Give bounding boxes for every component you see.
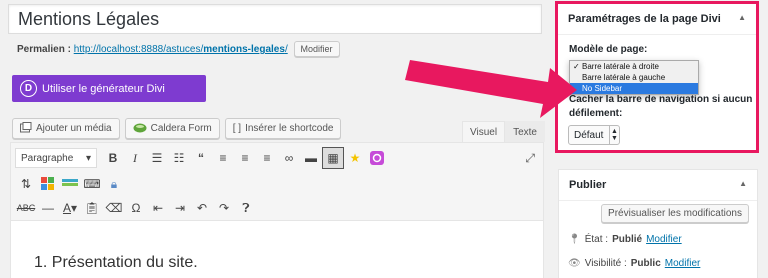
permalink-row: Permalien : http://localhost:8888/astuce…	[17, 41, 340, 57]
tab-visual[interactable]: Visuel	[462, 121, 506, 142]
tab-text[interactable]: Texte	[505, 121, 545, 142]
clear-format-icon[interactable]: ⌫	[103, 197, 125, 219]
editor-toolbar: Paragraphe▾ B I ☰ ☷ “ ≡ ≡ ≡ ∞ ▬ ▦ ★ ⤢ ⇅	[11, 143, 543, 221]
keyboard-icon[interactable]: ⌨	[81, 173, 103, 195]
pin-icon: 📍︎	[568, 234, 581, 245]
publish-box: Publier ▲ Prévisualiser les modification…	[558, 169, 758, 278]
publish-header[interactable]: Publier ▲	[559, 170, 757, 201]
collapse-icon[interactable]: ▲	[739, 179, 747, 191]
align-center-icon[interactable]: ≡	[234, 147, 256, 169]
format-select[interactable]: Paragraphe ▾	[15, 148, 97, 168]
template-option[interactable]: No Sidebar	[570, 83, 698, 94]
link-icon[interactable]: ∞	[278, 147, 300, 169]
divi-settings-header[interactable]: Paramétrages de la page Divi ▲	[558, 4, 756, 35]
italic-icon[interactable]: I	[124, 147, 146, 169]
template-label: Modèle de page:	[569, 44, 648, 55]
sort-icon[interactable]: ⇅	[15, 173, 37, 195]
editor-tabs: Visuel Texte	[462, 121, 545, 142]
template-option[interactable]: ✓ Barre latérale à droite	[570, 61, 698, 72]
editor-content[interactable]: 1. Présentation du site.	[11, 221, 543, 272]
lock-icon[interactable]: 🔒︎	[103, 173, 125, 195]
collapse-icon[interactable]: ▲	[738, 13, 746, 25]
visibility-row: 👁︎ Visibilité : Public Modifier	[568, 258, 701, 269]
caldera-icon	[133, 122, 147, 136]
special-char-icon[interactable]: Ω	[125, 197, 147, 219]
status-modify-link[interactable]: Modifier	[646, 234, 682, 245]
bold-icon[interactable]: B	[102, 147, 124, 169]
post-title-input[interactable]: Mentions Légales	[8, 4, 542, 34]
divi-settings-title: Paramétrages de la page Divi	[568, 13, 721, 25]
numbered-list-icon[interactable]: ☷	[168, 147, 190, 169]
preview-changes-button[interactable]: Prévisualiser les modifications	[601, 204, 749, 223]
table-plugin-icon[interactable]	[59, 173, 81, 195]
fullscreen-icon[interactable]: ⤢	[525, 151, 535, 166]
permalink-modify-button[interactable]: Modifier	[293, 41, 340, 57]
permalink-link[interactable]: http://localhost:8888/astuces/mentions-l…	[74, 44, 288, 55]
caldera-form-button[interactable]: Caldera Form	[124, 118, 220, 139]
redo-icon[interactable]: ↷	[213, 197, 235, 219]
visibility-modify-link[interactable]: Modifier	[665, 258, 701, 269]
template-dropdown-list[interactable]: ✓ Barre latérale à droite Barre latérale …	[569, 60, 699, 95]
media-buttons-row: Ajouter un média Caldera Form [ ] Insére…	[12, 118, 342, 139]
align-left-icon[interactable]: ≡	[212, 147, 234, 169]
bullet-list-icon[interactable]: ☰	[146, 147, 168, 169]
insert-shortcode-button[interactable]: [ ] Insérer le shortcode	[224, 118, 342, 139]
strikethrough-icon[interactable]: ABC	[15, 197, 37, 219]
help-icon[interactable]: ❓︎	[235, 197, 257, 219]
grid-plugin-icon[interactable]	[37, 173, 59, 195]
blockquote-icon[interactable]: “	[190, 147, 212, 169]
add-media-button[interactable]: Ajouter un média	[12, 118, 120, 139]
indent-icon[interactable]: ⇥	[169, 197, 191, 219]
hide-nav-label: Cacher la barre de navigation si aucun d…	[569, 94, 753, 119]
divi-settings-box: Paramétrages de la page Divi ▲ Modèle de…	[555, 1, 759, 153]
paste-text-icon[interactable]: 📋︎	[81, 197, 103, 219]
divi-logo-icon: D	[20, 80, 37, 97]
shortcode-icon: [ ]	[232, 123, 242, 134]
plugin-icon[interactable]	[366, 147, 388, 169]
eye-icon: 👁︎	[568, 258, 581, 269]
divi-builder-label: Utiliser le générateur Divi	[42, 82, 165, 95]
undo-icon[interactable]: ↶	[191, 197, 213, 219]
permalink-label: Permalien :	[17, 44, 71, 55]
star-icon[interactable]: ★	[344, 147, 366, 169]
select-arrow-icon: ▲ ▼	[609, 126, 619, 144]
horizontal-rule-icon[interactable]: —	[37, 197, 59, 219]
toolbar-toggle-icon[interactable]: ▦	[322, 147, 344, 169]
hide-nav-select[interactable]: Défaut ▲ ▼	[568, 125, 620, 145]
text-color-icon[interactable]: A ▾	[59, 197, 81, 219]
divi-builder-button[interactable]: D Utiliser le générateur Divi	[12, 75, 206, 102]
template-option[interactable]: Barre latérale à gauche	[570, 72, 698, 83]
status-row: 📍︎ État : Publié Modifier	[568, 234, 682, 245]
media-icon	[20, 121, 32, 136]
publish-title: Publier	[569, 179, 607, 191]
post-editor: Paragraphe▾ B I ☰ ☷ “ ≡ ≡ ≡ ∞ ▬ ▦ ★ ⤢ ⇅	[10, 142, 544, 278]
align-right-icon[interactable]: ≡	[256, 147, 278, 169]
read-more-icon[interactable]: ▬	[300, 147, 322, 169]
check-icon: ✓	[573, 62, 580, 71]
outdent-icon[interactable]: ⇤	[147, 197, 169, 219]
